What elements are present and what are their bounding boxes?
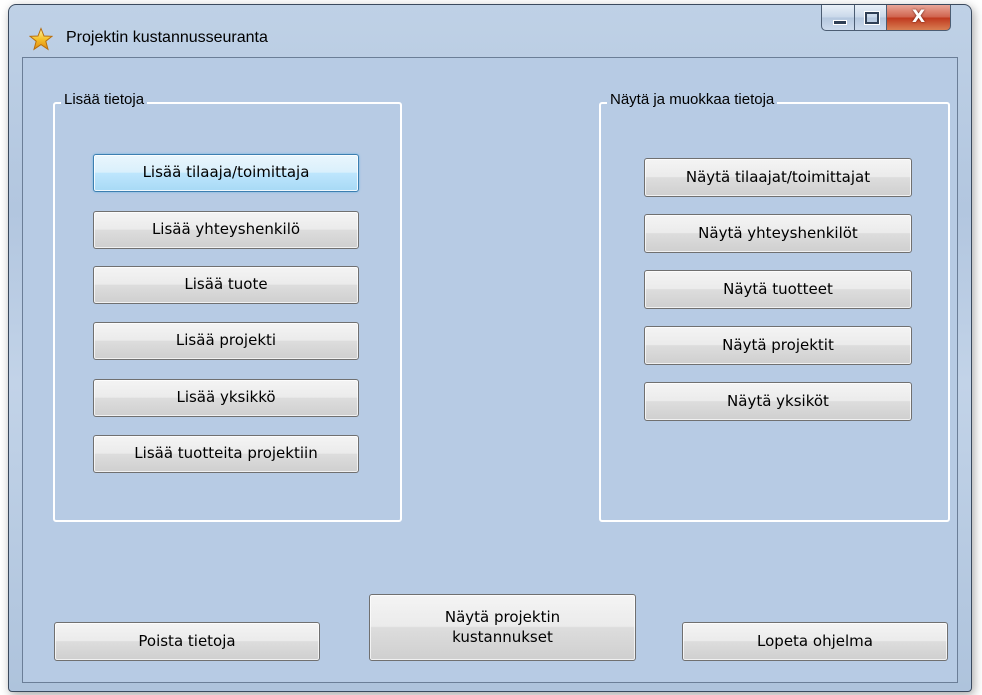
add-products-to-project-button[interactable]: Lisää tuotteita projektiin	[93, 435, 359, 473]
show-project-costs-button[interactable]: Näytä projektin kustannukset	[369, 594, 636, 661]
maximize-icon	[864, 11, 880, 25]
view-products-button[interactable]: Näytä tuotteet	[644, 270, 912, 309]
delete-data-button[interactable]: Poista tietoja	[54, 622, 320, 661]
add-data-groupbox: Lisää tietoja Lisää tilaaja/toimittaja L…	[53, 91, 402, 522]
title-bar[interactable]: Projektin kustannusseuranta X	[9, 5, 971, 61]
window-title: Projektin kustannusseuranta	[66, 29, 268, 46]
view-units-button[interactable]: Näytä yksiköt	[644, 382, 912, 421]
minimize-icon	[833, 20, 847, 25]
add-unit-button[interactable]: Lisää yksikkö	[93, 379, 359, 417]
view-projects-button[interactable]: Näytä projektit	[644, 326, 912, 365]
add-project-button[interactable]: Lisää projekti	[93, 322, 359, 360]
add-customer-supplier-button[interactable]: Lisää tilaaja/toimittaja	[93, 154, 359, 192]
add-product-button[interactable]: Lisää tuote	[93, 266, 359, 304]
client-area: Lisää tietoja Lisää tilaaja/toimittaja L…	[22, 57, 958, 683]
add-data-group-title: Lisää tietoja	[61, 91, 148, 108]
show-project-costs-label-line1: Näytä projektin	[444, 608, 561, 626]
main-window: Projektin kustannusseuranta X Lisää tiet…	[8, 4, 972, 692]
view-edit-group-title: Näytä ja muokkaa tietoja	[607, 91, 778, 108]
star-icon	[29, 27, 53, 51]
view-customers-suppliers-button[interactable]: Näytä tilaajat/toimittajat	[644, 158, 912, 197]
view-contact-persons-button[interactable]: Näytä yhteyshenkilöt	[644, 214, 912, 253]
minimize-button[interactable]	[821, 5, 855, 31]
close-button[interactable]: X	[887, 5, 951, 31]
view-edit-groupbox: Näytä ja muokkaa tietoja Näytä tilaajat/…	[599, 91, 950, 522]
show-project-costs-label-line2: kustannukset	[452, 627, 553, 646]
add-contact-person-button[interactable]: Lisää yhteyshenkilö	[93, 211, 359, 249]
close-icon: X	[911, 7, 926, 27]
quit-program-button[interactable]: Lopeta ohjelma	[682, 622, 948, 661]
window-controls: X	[821, 5, 953, 33]
maximize-button[interactable]	[855, 5, 887, 31]
